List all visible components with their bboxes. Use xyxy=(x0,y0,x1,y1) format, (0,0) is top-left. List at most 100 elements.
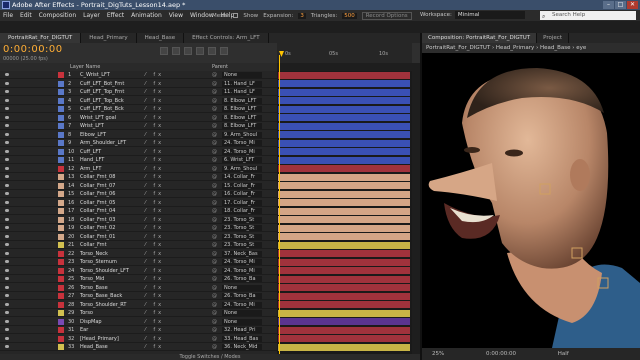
motion-blur-icon[interactable] xyxy=(208,47,216,55)
layer-name[interactable]: Wrist_LFT goal xyxy=(80,115,116,121)
parent-dropdown[interactable]: 16. Collar_Fr xyxy=(222,191,262,197)
parent-dropdown[interactable]: None xyxy=(222,318,262,325)
layer-name[interactable]: Collar_Frnt_01 xyxy=(80,234,115,240)
visibility-eye-icon[interactable] xyxy=(5,217,9,221)
visibility-eye-icon[interactable] xyxy=(5,107,9,110)
parent-pickwhip-icon[interactable]: @ xyxy=(212,166,217,172)
tab-composition[interactable]: Composition: PortraitRat_For_DIGTUT xyxy=(422,33,538,43)
parent-pickwhip-icon[interactable]: @ xyxy=(212,302,217,308)
layer-switches[interactable]: ⁄ fx xyxy=(145,89,164,95)
parent-pickwhip-icon[interactable]: @ xyxy=(212,217,217,223)
layer-switches[interactable]: ⁄ fx xyxy=(145,336,164,342)
tab-head-base[interactable]: Head_Base xyxy=(137,33,185,43)
tab-portraitrat[interactable]: PortraitRat_For_DIGTUT xyxy=(0,33,82,43)
parent-pickwhip-icon[interactable]: @ xyxy=(212,310,217,316)
label-color-swatch[interactable] xyxy=(58,344,64,350)
parent-pickwhip-icon[interactable]: @ xyxy=(212,98,217,104)
layer-duration-bar[interactable] xyxy=(278,207,410,215)
visibility-eye-icon[interactable] xyxy=(5,141,9,144)
expansion-field[interactable]: 3 xyxy=(298,12,306,19)
parent-pickwhip-icon[interactable]: @ xyxy=(212,183,217,189)
visibility-eye-icon[interactable] xyxy=(5,175,9,178)
layer-duration-bar[interactable] xyxy=(278,190,410,198)
label-color-swatch[interactable] xyxy=(58,225,64,231)
layer-row[interactable]: 6 Wrist_LFT goal ⁄ fx @8. Elbow_LFT xyxy=(0,114,277,122)
graph-editor-icon[interactable] xyxy=(220,47,228,55)
layer-duration-bar[interactable] xyxy=(278,284,410,291)
layer-row[interactable]: 26 Torso_Base ⁄ fx @ None xyxy=(0,284,277,292)
visibility-eye-icon[interactable] xyxy=(5,149,9,153)
parent-dropdown[interactable]: None xyxy=(222,72,262,78)
layer-name[interactable]: Cuff_LFT_Top_Bck xyxy=(80,98,124,104)
layer-duration-bar[interactable] xyxy=(278,250,410,257)
parent-dropdown[interactable]: 11. Hand_LF xyxy=(222,89,262,95)
visibility-eye-icon[interactable] xyxy=(5,336,9,340)
layer-duration-bar[interactable] xyxy=(278,156,410,164)
layer-row[interactable]: 11 Hand_LFT ⁄ fx @6. Wrist_LFT xyxy=(0,156,277,164)
parent-dropdown[interactable]: 17. Collar_Fr xyxy=(222,199,262,206)
visibility-eye-icon[interactable] xyxy=(5,277,9,280)
label-color-swatch[interactable] xyxy=(58,267,64,274)
parent-dropdown[interactable]: 33. Head_Bas xyxy=(222,335,262,342)
parent-dropdown[interactable]: 9. Arm_Shoul xyxy=(222,131,262,138)
parent-pickwhip-icon[interactable]: @ xyxy=(212,174,217,180)
parent-header[interactable]: Parent xyxy=(212,64,228,70)
menu-layer[interactable]: Layer xyxy=(83,12,100,19)
visibility-eye-icon[interactable] xyxy=(5,115,9,119)
visibility-eye-icon[interactable] xyxy=(5,328,9,331)
parent-pickwhip-icon[interactable]: @ xyxy=(212,327,217,333)
layer-row[interactable]: 14 Collar_Frnt_07 ⁄ fx @15. Collar_Fr xyxy=(0,182,277,190)
layer-row[interactable]: 28 Torso_Shoulder_RT ⁄ fx @24. Torso_Mi xyxy=(0,301,277,309)
layer-name[interactable]: Collar_Frnt_03 xyxy=(80,217,115,223)
layer-switches[interactable]: ⁄ fx xyxy=(145,72,164,78)
layer-name[interactable]: Collar_Frnt_04 xyxy=(80,208,115,214)
label-color-swatch[interactable] xyxy=(58,114,64,121)
parent-dropdown[interactable]: 8. Elbow_LFT xyxy=(222,106,262,112)
layer-row[interactable]: 2 Cuff_LFT_Bot_Frnt ⁄ fx @11. Hand_LF xyxy=(0,80,277,88)
label-color-swatch[interactable] xyxy=(58,80,64,87)
layer-duration-bar[interactable] xyxy=(278,182,410,189)
parent-dropdown[interactable]: 24. Torso_Mi xyxy=(222,267,262,274)
layer-row[interactable]: 7 Wrist_LFT ⁄ fx @8. Elbow_LFT xyxy=(0,122,277,130)
layer-switches[interactable]: ⁄ fx xyxy=(145,149,164,155)
menu-effect[interactable]: Effect xyxy=(107,12,124,19)
layer-duration-bar[interactable] xyxy=(278,216,410,223)
visibility-eye-icon[interactable] xyxy=(5,81,9,85)
layer-row[interactable]: 27 Torso_Base_Back ⁄ fx @26. Torso_Ba xyxy=(0,292,277,300)
layer-switches[interactable]: ⁄ fx xyxy=(145,98,164,104)
layer-switches[interactable]: ⁄ fx xyxy=(145,217,164,223)
layer-row[interactable]: 5 Cuff_LFT_Bot_Bck ⁄ fx @8. Elbow_LFT xyxy=(0,105,277,113)
layer-duration-bar[interactable] xyxy=(278,148,410,155)
layer-row[interactable]: 30 DispMap ⁄ fx @ None xyxy=(0,318,277,326)
parent-dropdown[interactable]: 8. Elbow_LFT xyxy=(222,114,262,121)
parent-pickwhip-icon[interactable]: @ xyxy=(212,259,217,265)
layer-name[interactable]: Wrist_LFT xyxy=(80,123,104,129)
layer-row[interactable]: 18 Collar_Frnt_03 ⁄ fx @23. Torso_St xyxy=(0,216,277,224)
label-color-swatch[interactable] xyxy=(58,310,64,316)
layer-row[interactable]: 21 Collar_Frnt ⁄ fx @23. Torso_St xyxy=(0,241,277,249)
label-color-swatch[interactable] xyxy=(58,123,64,129)
time-ruler[interactable]: 0s 05s 10s xyxy=(277,43,412,63)
layer-duration-bar[interactable] xyxy=(278,241,410,249)
parent-dropdown[interactable]: 6. Wrist_LFT xyxy=(222,157,262,163)
layer-duration-bar[interactable] xyxy=(278,139,410,147)
parent-pickwhip-icon[interactable]: @ xyxy=(212,344,217,350)
composition-viewer[interactable] xyxy=(422,53,640,348)
layer-switches[interactable]: ⁄ fx xyxy=(145,242,164,248)
layer-switches[interactable]: ⁄ fx xyxy=(145,81,164,87)
label-color-swatch[interactable] xyxy=(58,301,64,308)
parent-pickwhip-icon[interactable]: @ xyxy=(212,140,217,146)
label-color-swatch[interactable] xyxy=(58,208,64,214)
layer-row[interactable]: 31 Ear ⁄ fx @32. Head_Pri xyxy=(0,326,277,334)
label-color-swatch[interactable] xyxy=(58,233,64,240)
layer-row[interactable]: 4 Cuff_LFT_Top_Bck ⁄ fx @8. Elbow_LFT xyxy=(0,97,277,105)
parent-pickwhip-icon[interactable]: @ xyxy=(212,123,217,129)
layer-switches[interactable]: ⁄ fx xyxy=(145,200,164,206)
visibility-eye-icon[interactable] xyxy=(5,183,9,187)
workspace-dropdown[interactable]: Minimal xyxy=(454,11,525,19)
layer-name[interactable]: Cuff_LFT_Bot_Frnt xyxy=(80,81,124,87)
layer-name[interactable]: Cuff_LFT xyxy=(80,149,101,155)
parent-pickwhip-icon[interactable]: @ xyxy=(212,336,217,342)
parent-pickwhip-icon[interactable]: @ xyxy=(212,200,217,206)
parent-dropdown[interactable]: 8. Elbow_LFT xyxy=(222,123,262,129)
